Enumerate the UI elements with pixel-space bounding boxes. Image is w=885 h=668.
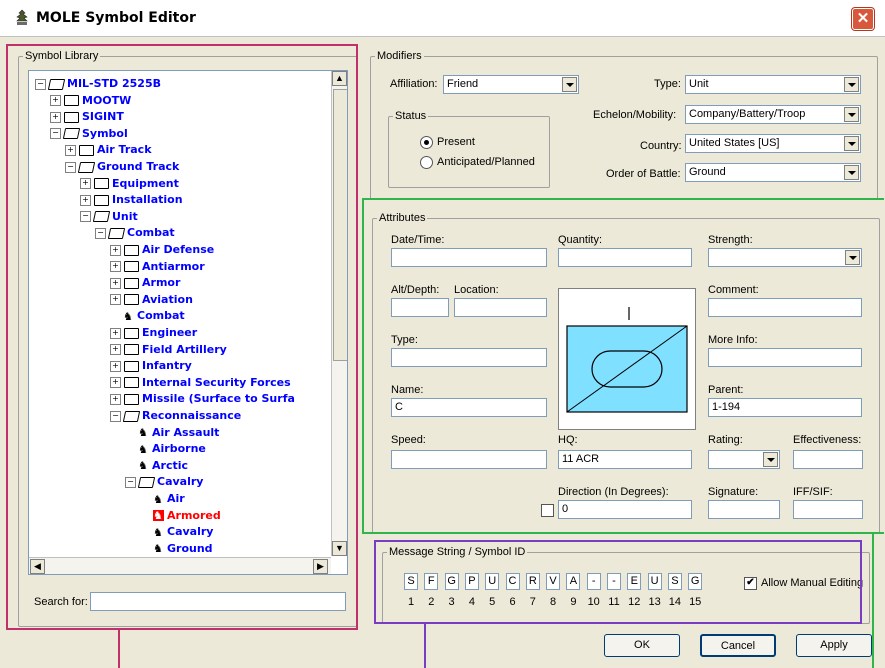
modifiers-legend: Modifiers xyxy=(377,50,422,62)
type-label: Type: xyxy=(654,78,681,90)
title-bar: MOLE Symbol Editor ✕ xyxy=(0,0,885,37)
close-button[interactable]: ✕ xyxy=(852,8,874,30)
status-anticipated-radio[interactable] xyxy=(420,156,433,169)
chevron-down-icon[interactable] xyxy=(844,107,859,122)
apply-button[interactable]: Apply xyxy=(796,634,872,657)
highlight-message-outline xyxy=(374,540,862,624)
echelon-select[interactable]: Company/Battery/Troop xyxy=(685,105,861,124)
status-anticipated-label: Anticipated/Planned xyxy=(437,156,535,168)
order-of-battle-select[interactable]: Ground xyxy=(685,163,861,182)
type-value: Unit xyxy=(689,78,709,90)
highlight-attributes-connector xyxy=(872,534,874,668)
affiliation-label: Affiliation: xyxy=(390,78,438,90)
highlight-attributes-outline xyxy=(362,198,884,534)
highlight-message-connector xyxy=(424,624,426,668)
affiliation-value: Friend xyxy=(447,78,479,90)
order-of-battle-label: Order of Battle: xyxy=(606,168,681,180)
country-value: United States [US] xyxy=(689,137,780,149)
chevron-down-icon[interactable] xyxy=(844,77,859,92)
window-title: MOLE Symbol Editor xyxy=(36,10,196,26)
status-present-radio[interactable] xyxy=(420,136,433,149)
affiliation-select[interactable]: Friend xyxy=(443,75,579,94)
chevron-down-icon[interactable] xyxy=(844,165,859,180)
cancel-button[interactable]: Cancel xyxy=(700,634,776,657)
type-select[interactable]: Unit xyxy=(685,75,861,94)
status-legend: Status xyxy=(395,110,427,122)
chevron-down-icon[interactable] xyxy=(844,136,859,151)
country-label: Country: xyxy=(640,140,682,152)
chevron-down-icon[interactable] xyxy=(562,77,577,92)
ok-button[interactable]: OK xyxy=(604,634,680,657)
country-select[interactable]: United States [US] xyxy=(685,134,861,153)
echelon-label: Echelon/Mobility: xyxy=(593,109,677,121)
echelon-value: Company/Battery/Troop xyxy=(689,108,806,120)
app-icon xyxy=(14,9,30,27)
radio-dot-icon xyxy=(424,140,429,145)
status-present-label: Present xyxy=(437,136,475,148)
order-of-battle-value: Ground xyxy=(689,166,726,178)
highlight-library-connector xyxy=(118,630,120,668)
highlight-library-outline xyxy=(6,44,358,630)
status-group: Status xyxy=(388,110,550,188)
